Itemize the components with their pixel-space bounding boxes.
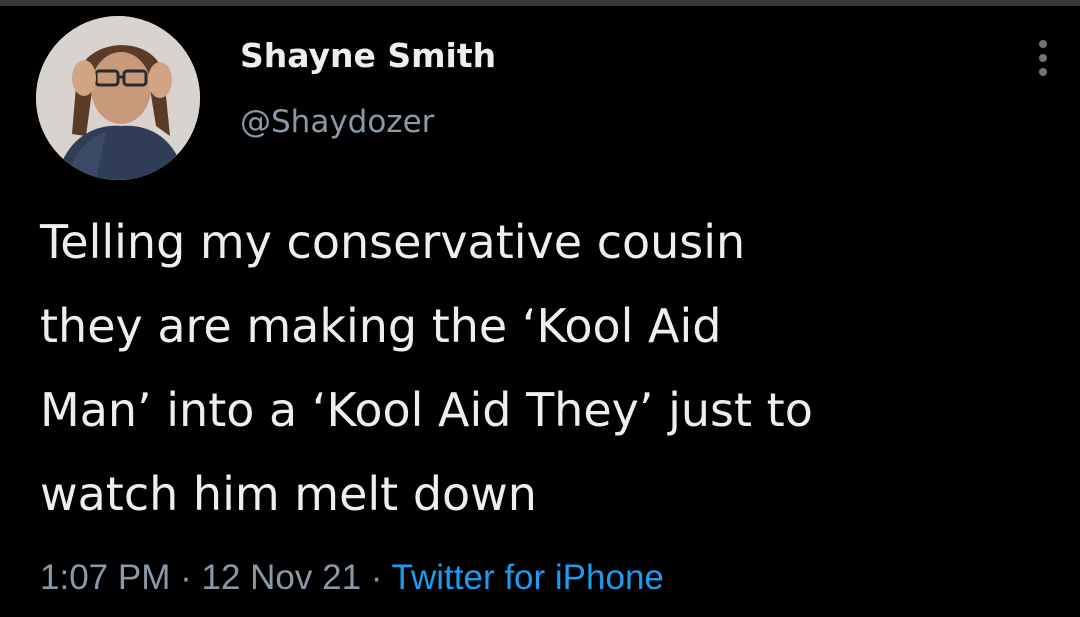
menu-dot (1039, 68, 1047, 76)
author-display-name[interactable]: Shayne Smith (240, 36, 496, 75)
avatar[interactable] (36, 16, 200, 180)
avatar-image (36, 16, 200, 180)
tweet-text-line: they are making the ‘Kool Aid (40, 299, 722, 353)
tweet-source-link[interactable]: Twitter for iPhone (392, 558, 664, 597)
top-edge-divider (0, 0, 1080, 6)
tweet-date[interactable]: 12 Nov 21 (201, 558, 361, 597)
meta-separator: · (370, 558, 383, 597)
author-handle[interactable]: @Shaydozer (240, 104, 434, 140)
tweet-meta: 1:07 PM · 12 Nov 21 · Twitter for iPhone (40, 558, 664, 598)
menu-dot (1039, 40, 1047, 48)
tweet-time[interactable]: 1:07 PM (40, 558, 170, 597)
tweet-text: Telling my conservative cousin they are … (40, 200, 1070, 536)
tweet-text-line: Telling my conservative cousin (40, 215, 746, 269)
meta-separator: · (180, 558, 192, 597)
menu-dot (1039, 54, 1047, 62)
tweet-text-line: watch him melt down (40, 467, 537, 521)
tweet-text-line: Man’ into a ‘Kool Aid They’ just to (40, 383, 813, 437)
more-vertical-icon[interactable] (1024, 36, 1064, 80)
